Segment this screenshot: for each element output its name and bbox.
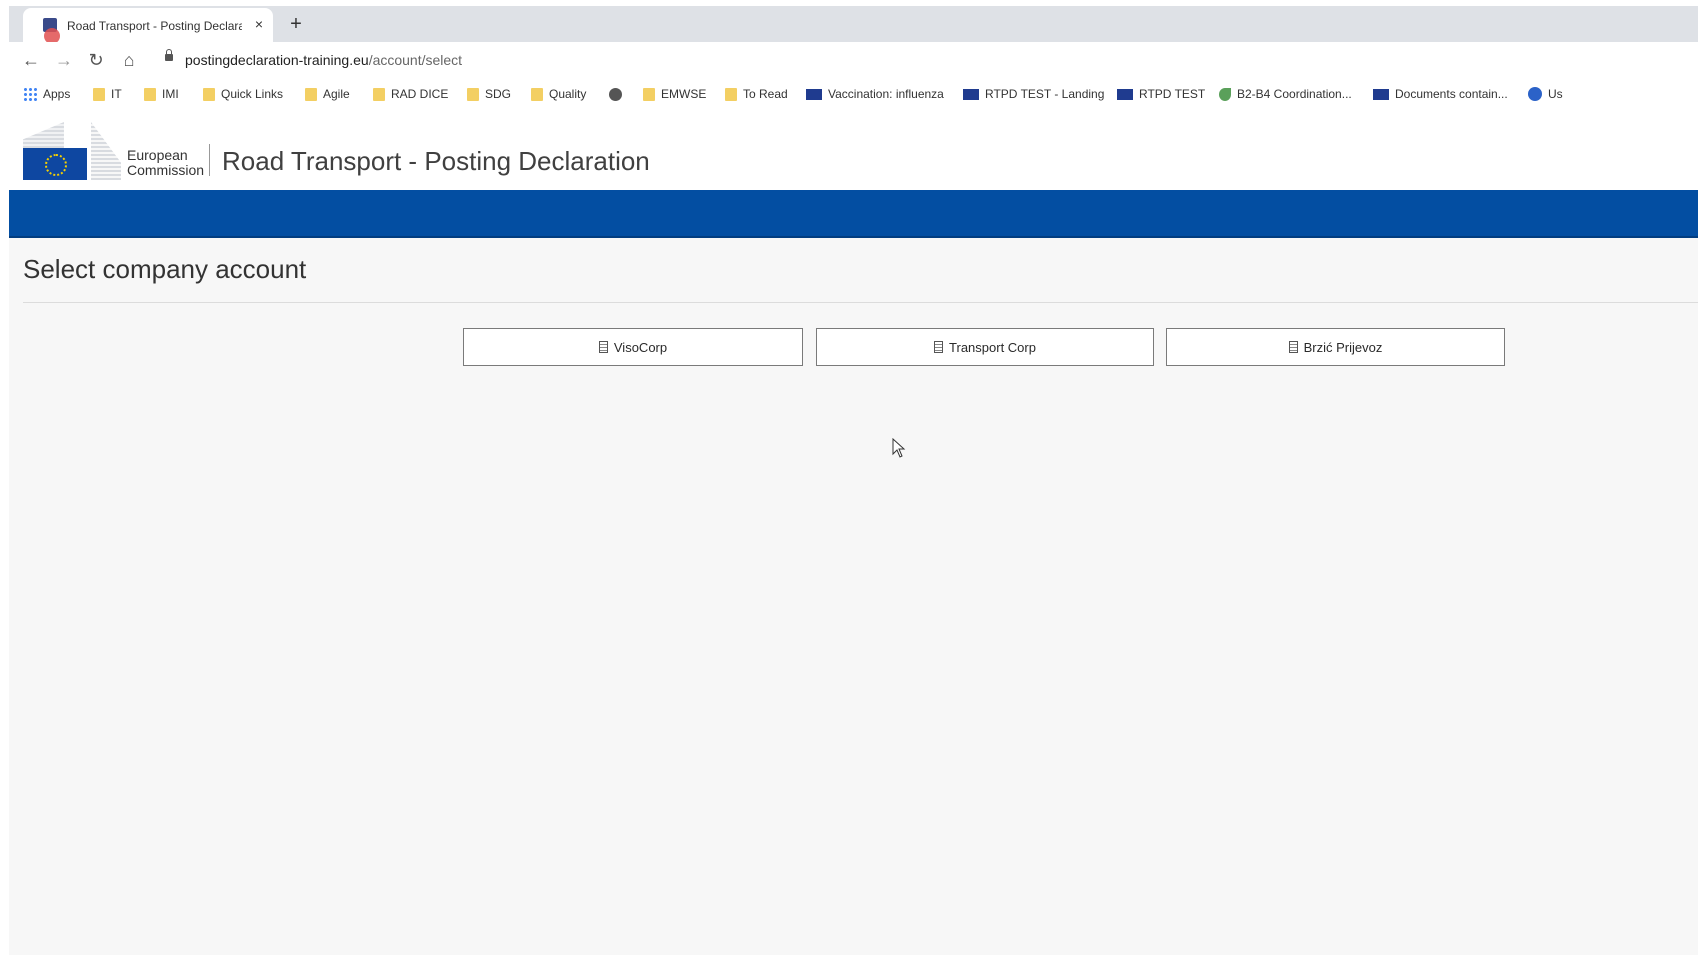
bookmark-label: RTPD TEST bbox=[1139, 87, 1206, 101]
tab-strip: Road Transport - Posting Declara × + bbox=[9, 6, 1698, 44]
folder-icon bbox=[144, 87, 156, 101]
bookmark-rtpd-test[interactable]: RTPD TEST bbox=[1117, 85, 1205, 103]
lock-icon bbox=[165, 49, 173, 61]
folder-icon bbox=[373, 87, 385, 101]
bookmark-quick-links[interactable]: Quick Links bbox=[203, 85, 283, 103]
url-host: postingdeclaration-training.eu bbox=[185, 52, 369, 68]
bookmark-label: Us bbox=[1548, 87, 1563, 101]
logo-text: European Commission bbox=[127, 148, 204, 178]
apps-grid-icon bbox=[23, 87, 37, 101]
globe-icon bbox=[609, 87, 622, 101]
brand-navigation-band bbox=[9, 190, 1698, 238]
browser-window: Road Transport - Posting Declara × + ← →… bbox=[9, 6, 1698, 955]
forward-arrow-icon[interactable]: → bbox=[52, 48, 76, 72]
bookmark-agile[interactable]: Agile bbox=[305, 85, 350, 103]
bookmark-to-read[interactable]: To Read bbox=[725, 85, 788, 103]
home-icon[interactable]: ⌂ bbox=[117, 48, 141, 72]
bookmark-label: IMI bbox=[162, 87, 179, 101]
site-title: Road Transport - Posting Declaration bbox=[222, 146, 650, 176]
url-path: /account/select bbox=[368, 52, 463, 68]
address-bar[interactable]: postingdeclaration-training.eu/account/s… bbox=[157, 45, 1698, 75]
bookmark-rad-dice[interactable]: RAD DICE bbox=[373, 85, 448, 103]
bookmark-label: B2-B4 Coordination... bbox=[1237, 87, 1352, 101]
bookmark-label: SDG bbox=[485, 87, 512, 101]
folder-icon bbox=[467, 87, 479, 101]
leaf-icon bbox=[1219, 87, 1231, 101]
bookmark-apps[interactable]: Apps bbox=[23, 85, 70, 103]
eu-flag-icon bbox=[963, 88, 979, 100]
mouse-pointer-icon bbox=[892, 438, 906, 458]
bookmark-imi[interactable]: IMI bbox=[144, 85, 179, 103]
browser-toolbar: ← → ↻ ⌂ postingdeclaration-training.eu/a… bbox=[9, 42, 1698, 78]
bookmark-label: IT bbox=[111, 87, 122, 101]
header-divider bbox=[209, 144, 210, 176]
bookmark-label: To Read bbox=[743, 87, 788, 101]
bookmark-label: Quality bbox=[549, 87, 587, 101]
bookmark-label: Vaccination: influenza bbox=[828, 87, 944, 101]
account-label: VisoCorp bbox=[613, 339, 668, 355]
account-button-visocorp[interactable]: VisoCorp bbox=[463, 328, 803, 366]
eu-flag-icon bbox=[1373, 88, 1389, 100]
blue-circle-icon bbox=[1528, 87, 1542, 101]
reload-icon[interactable]: ↻ bbox=[84, 48, 108, 72]
bookmarks-bar: Apps IT IMI Quick Links Agile RAD DICE S… bbox=[9, 78, 1698, 111]
folder-icon bbox=[203, 87, 215, 101]
close-tab-icon[interactable]: × bbox=[250, 15, 268, 33]
bookmark-rtpd-test-landing[interactable]: RTPD TEST - Landing bbox=[963, 85, 1104, 103]
bookmark-sdg[interactable]: SDG bbox=[467, 85, 511, 103]
account-button-transport-corp[interactable]: Transport Corp bbox=[816, 328, 1154, 366]
account-label: Brzić Prijevoz bbox=[1303, 339, 1383, 355]
eu-flag-icon bbox=[23, 148, 87, 180]
building-icon bbox=[1288, 341, 1298, 353]
bookmark-label: Documents contain... bbox=[1395, 87, 1508, 101]
eu-flag-icon bbox=[1117, 88, 1133, 100]
url-text: postingdeclaration-training.eu/account/s… bbox=[185, 52, 462, 68]
bookmark-b2-b4[interactable]: B2-B4 Coordination... bbox=[1219, 85, 1352, 103]
bookmark-label: Apps bbox=[43, 87, 71, 101]
title-divider bbox=[23, 302, 1698, 303]
bookmark-globe[interactable] bbox=[609, 85, 622, 103]
page-title: Select company account bbox=[23, 254, 307, 284]
bookmark-us[interactable]: Us bbox=[1528, 85, 1563, 103]
bookmark-label: Agile bbox=[323, 87, 350, 101]
back-arrow-icon[interactable]: ← bbox=[19, 48, 43, 72]
folder-icon bbox=[531, 87, 543, 101]
bookmark-emwse[interactable]: EMWSE bbox=[643, 85, 706, 103]
bookmark-quality[interactable]: Quality bbox=[531, 85, 586, 103]
tab-title: Road Transport - Posting Declara bbox=[67, 19, 242, 33]
bookmark-label: RAD DICE bbox=[391, 87, 449, 101]
logo-line-1: European bbox=[127, 147, 188, 163]
bookmark-it[interactable]: IT bbox=[93, 85, 122, 103]
account-label: Transport Corp bbox=[949, 339, 1036, 355]
bookmark-documents[interactable]: Documents contain... bbox=[1373, 85, 1508, 103]
bookmark-vaccination[interactable]: Vaccination: influenza bbox=[806, 85, 944, 103]
folder-icon bbox=[725, 87, 737, 101]
eu-flag-icon bbox=[806, 88, 822, 100]
logo-line-2: Commission bbox=[127, 162, 205, 178]
bookmark-label: RTPD TEST - Landing bbox=[985, 87, 1105, 101]
folder-icon bbox=[305, 87, 317, 101]
building-icon bbox=[598, 341, 608, 353]
folder-icon bbox=[643, 87, 655, 101]
browser-tab[interactable]: Road Transport - Posting Declara × bbox=[23, 8, 273, 44]
bookmark-label: Quick Links bbox=[221, 87, 284, 101]
site-header: European Commission Road Transport - Pos… bbox=[9, 110, 1698, 190]
european-commission-logo[interactable]: European Commission bbox=[23, 122, 213, 182]
building-icon bbox=[934, 341, 944, 353]
new-tab-button[interactable]: + bbox=[283, 11, 309, 37]
bookmark-label: EMWSE bbox=[661, 87, 707, 101]
logo-lines-graphic bbox=[91, 122, 121, 180]
folder-icon bbox=[93, 87, 105, 101]
account-button-brzic-prijevoz[interactable]: Brzić Prijevoz bbox=[1166, 328, 1505, 366]
